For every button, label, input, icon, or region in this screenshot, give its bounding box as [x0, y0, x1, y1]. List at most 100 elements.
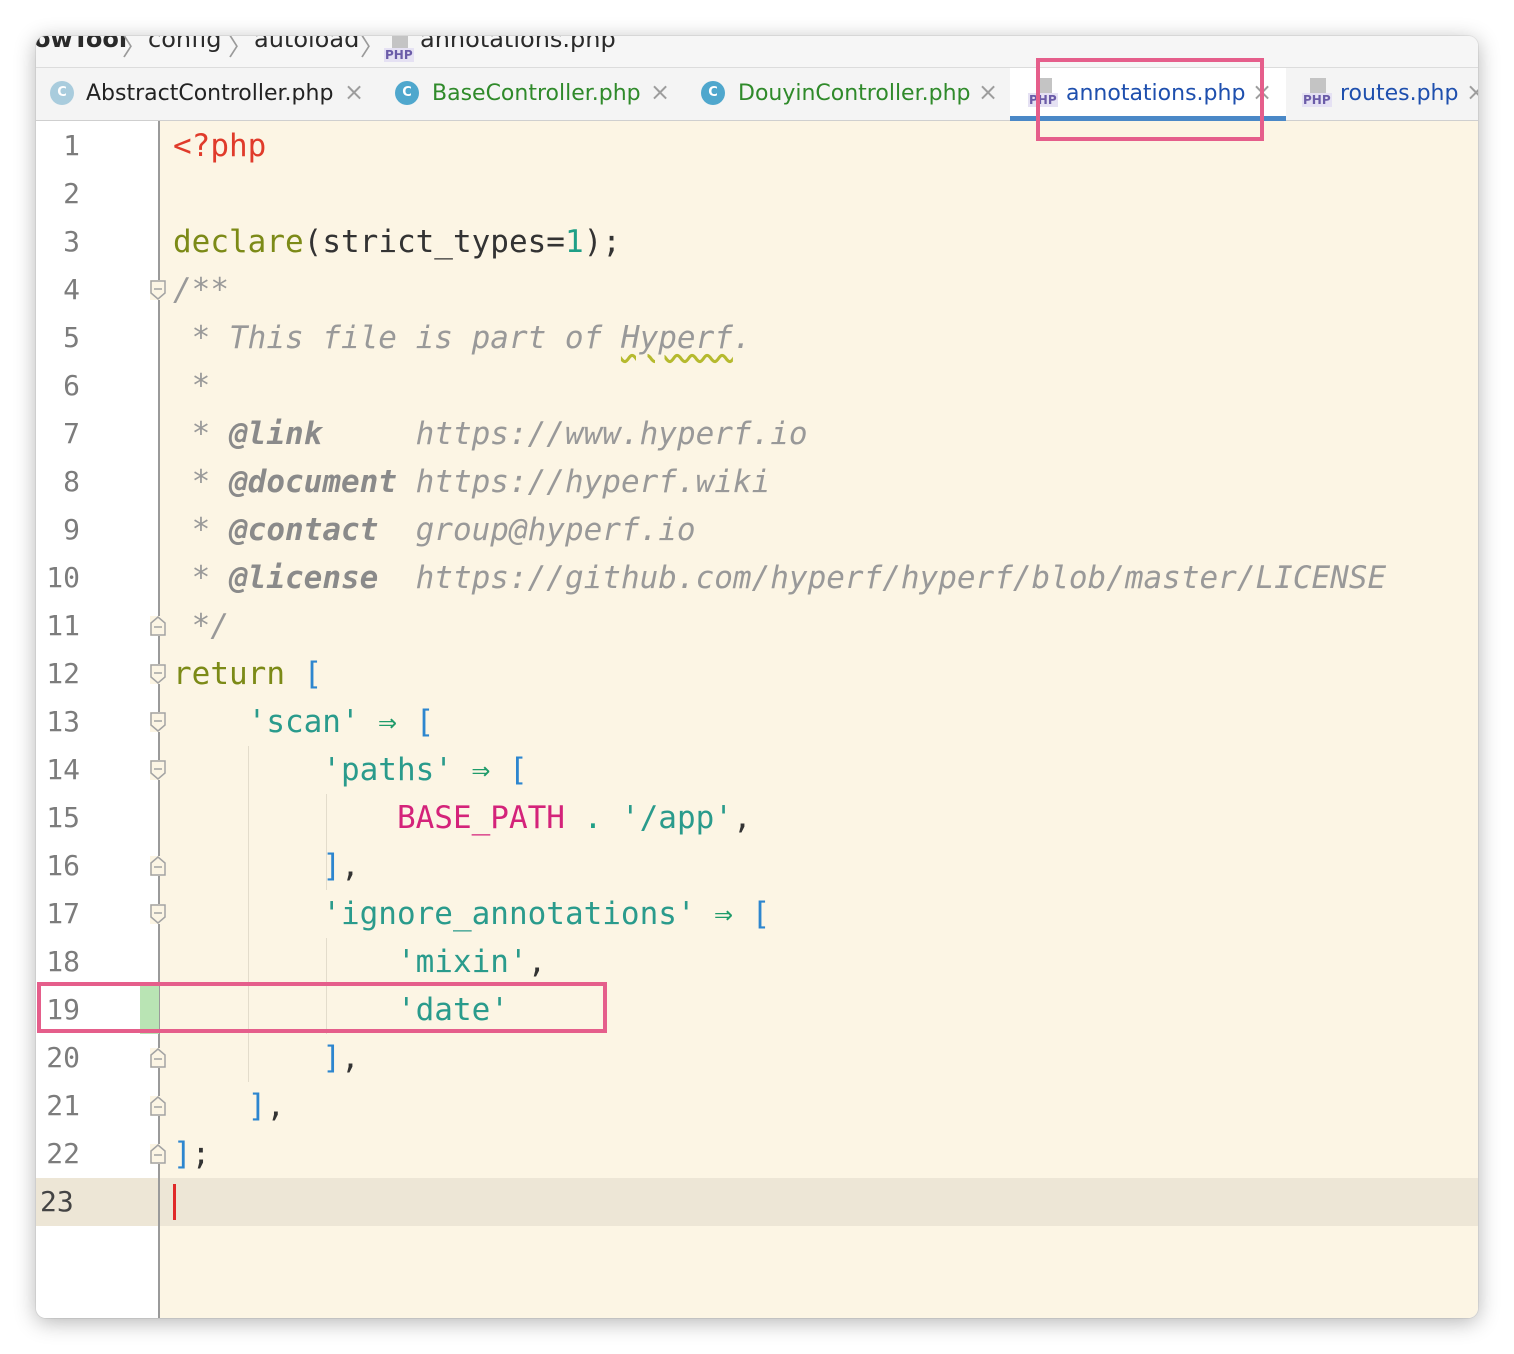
- tab-routes[interactable]: PHP routes.php ×: [1288, 68, 1478, 120]
- text-caret: [173, 1184, 176, 1220]
- fold-open-icon[interactable]: [150, 664, 166, 684]
- spellcheck-word[interactable]: Hyperf: [621, 320, 733, 356]
- semicolon: ;: [191, 1136, 211, 1172]
- fold-open-icon[interactable]: [150, 280, 166, 300]
- tab-base-controller[interactable]: C BaseController.php ×: [382, 68, 682, 120]
- bracket: ]: [173, 1136, 192, 1172]
- code-line-17: 'ignore_annotations' ⇒ [: [173, 890, 770, 938]
- php-file-icon: PHP: [1302, 78, 1332, 108]
- bracket: [: [751, 896, 771, 932]
- line-number: 14: [46, 753, 80, 786]
- paren: );: [583, 224, 621, 260]
- doc-value: group@hyperf.io: [415, 512, 696, 548]
- doc-value: https://github.com/hyperf/hyperf/blob/ma…: [415, 560, 1387, 596]
- code-line-16: ],: [173, 842, 360, 890]
- tab-douyin-controller[interactable]: C DouyinController.php ×: [688, 68, 1008, 120]
- line-number: 2: [63, 177, 80, 210]
- tab-label: AbstractController.php: [86, 81, 334, 106]
- string-literal: 'mixin': [396, 944, 528, 980]
- fold-close-icon[interactable]: [150, 856, 166, 876]
- code-line-8: * @document https://hyperf.wiki: [173, 458, 771, 506]
- bracket: ]: [322, 848, 341, 884]
- breadcrumb-separator: 〉: [228, 36, 252, 61]
- comment-pad: [378, 512, 415, 548]
- comment-star: *: [173, 560, 229, 596]
- line-number: 7: [63, 417, 80, 450]
- comment-text: .: [732, 320, 752, 356]
- code-editor[interactable]: 1 2 3 4 5 6 7 8 9 10 11 12 13 14 15 16 1…: [36, 121, 1478, 1318]
- return-keyword: return: [173, 656, 285, 692]
- breadcrumb-file[interactable]: annotations.php: [420, 36, 616, 53]
- line-number: 8: [63, 465, 80, 498]
- line-number: 3: [63, 225, 80, 258]
- fold-close-icon[interactable]: [150, 616, 166, 636]
- breadcrumb-item-autoload[interactable]: autoload: [254, 36, 359, 53]
- string-key: 'paths': [322, 752, 453, 788]
- comment-star: *: [173, 512, 229, 548]
- number-literal: 1: [564, 224, 584, 260]
- fold-open-icon[interactable]: [150, 760, 166, 780]
- arrow-operator: ⇒: [359, 704, 416, 740]
- code-line-20: ],: [173, 1034, 360, 1082]
- code-line-9: * @contact group@hyperf.io: [173, 506, 696, 554]
- line-number: 20: [46, 1041, 80, 1074]
- comment-star: *: [173, 416, 229, 452]
- comma: ,: [266, 1088, 285, 1124]
- close-icon[interactable]: ×: [1466, 78, 1478, 106]
- doc-value: https://hyperf.wiki: [415, 464, 771, 500]
- breadcrumb-project[interactable]: owTool: [36, 36, 127, 53]
- breadcrumb-item-config[interactable]: config: [148, 36, 221, 53]
- close-icon[interactable]: ×: [344, 78, 364, 106]
- fold-close-icon[interactable]: [150, 1096, 166, 1116]
- bracket: ]: [322, 1040, 341, 1076]
- line-number: 10: [46, 561, 80, 594]
- line-number: 6: [63, 369, 80, 402]
- comma: ,: [527, 944, 547, 980]
- doc-tag: @link: [229, 416, 323, 452]
- tab-label: BaseController.php: [432, 81, 641, 106]
- code-line-13: 'scan' ⇒ [: [173, 698, 435, 746]
- tab-label: DouyinController.php: [738, 81, 971, 106]
- comment-pad: [378, 560, 415, 596]
- comma: ,: [340, 848, 360, 884]
- string-literal: '/app': [620, 800, 733, 836]
- close-icon[interactable]: ×: [650, 78, 670, 106]
- line-number: 1: [63, 129, 80, 162]
- code-line-22: ];: [173, 1130, 210, 1178]
- arrow-operator: ⇒: [695, 896, 752, 932]
- code-line-18: 'mixin',: [173, 938, 546, 986]
- code-line-21: ],: [173, 1082, 285, 1130]
- bracket: [: [508, 752, 528, 788]
- current-line-highlight: [160, 1178, 1478, 1226]
- fold-close-icon[interactable]: [150, 1144, 166, 1164]
- php-file-icon: PHP: [384, 36, 414, 63]
- comma: ,: [340, 1040, 360, 1076]
- line-number: 13: [46, 705, 80, 738]
- breadcrumb-separator: 〉: [122, 36, 146, 61]
- code-line-1: <?php: [173, 122, 266, 170]
- ide-window: owTool 〉 config 〉 autoload 〉 PHP annotat…: [36, 36, 1478, 1318]
- tab-abstract-controller[interactable]: C AbstractController.php ×: [36, 68, 372, 120]
- code-line-4: /**: [173, 272, 229, 308]
- close-icon[interactable]: ×: [978, 78, 998, 106]
- line-number-gutter: 1 2 3 4 5 6 7 8 9 10 11 12 13 14 15 16 1…: [36, 121, 160, 1318]
- code-line-6: *: [173, 368, 211, 404]
- doc-value: https://www.hyperf.io: [415, 416, 808, 452]
- code-line-5: * This file is part of Hyperf.: [173, 314, 752, 362]
- fold-open-icon[interactable]: [150, 712, 166, 732]
- fold-open-icon[interactable]: [150, 904, 166, 924]
- string-key: 'ignore_annotations': [322, 896, 696, 932]
- string-key: 'scan': [247, 704, 360, 740]
- line-number: 18: [46, 945, 80, 978]
- fold-close-icon[interactable]: [150, 1048, 166, 1068]
- bracket: [: [415, 704, 435, 740]
- breadcrumb-separator: 〉: [360, 36, 384, 61]
- line-number: 17: [46, 897, 80, 930]
- comment-star: *: [173, 464, 229, 500]
- php-open-tag: <?php: [173, 128, 267, 164]
